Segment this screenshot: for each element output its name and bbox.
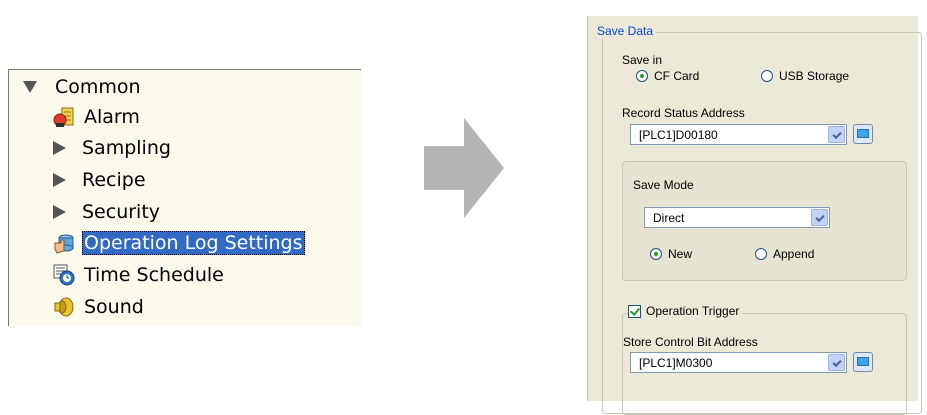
tree-node-label: Time Schedule bbox=[84, 264, 224, 286]
radio-unselected-icon bbox=[761, 70, 773, 82]
radio-selected-icon bbox=[650, 248, 662, 260]
radio-cf-card[interactable]: CF Card bbox=[636, 69, 699, 83]
operation-trigger-checkbox[interactable]: Operation Trigger bbox=[628, 304, 743, 318]
tree-node-label: Security bbox=[82, 201, 161, 223]
collapsed-arrow-icon[interactable] bbox=[53, 205, 66, 219]
combo-value: Direct bbox=[653, 211, 685, 225]
radio-unselected-icon bbox=[755, 248, 767, 260]
tree-node-recipe[interactable]: Recipe bbox=[53, 165, 148, 195]
settings-tree: Common Alarm Sampling Recipe Security Op bbox=[8, 69, 361, 326]
chevron-down-icon[interactable] bbox=[811, 209, 828, 226]
address-input-button[interactable] bbox=[853, 352, 873, 372]
combo-value: [PLC1]M0300 bbox=[639, 356, 713, 370]
radio-label: New bbox=[668, 247, 693, 261]
right-arrow-icon bbox=[424, 118, 504, 218]
radio-label: Append bbox=[773, 247, 815, 261]
operation-log-icon bbox=[54, 234, 74, 254]
time-schedule-icon bbox=[53, 264, 75, 286]
checkbox-label: Operation Trigger bbox=[646, 304, 740, 318]
radio-label: CF Card bbox=[654, 69, 700, 83]
radio-usb-storage[interactable]: USB Storage bbox=[761, 69, 849, 83]
save-mode-combo[interactable]: Direct bbox=[644, 207, 830, 228]
tree-node-alarm[interactable]: Alarm bbox=[53, 102, 142, 132]
group-title: Save Data bbox=[594, 24, 657, 38]
record-status-address-label: Record Status Address bbox=[622, 106, 745, 120]
tree-node-common[interactable]: Common bbox=[23, 72, 143, 102]
address-input-button[interactable] bbox=[853, 124, 873, 144]
alarm-icon bbox=[53, 107, 74, 127]
radio-label: USB Storage bbox=[779, 69, 850, 83]
tree-node-operation-log-settings[interactable]: Operation Log Settings bbox=[53, 228, 305, 258]
store-control-bit-address-label: Store Control Bit Address bbox=[623, 335, 758, 349]
tree-node-security[interactable]: Security bbox=[53, 197, 162, 227]
expanded-arrow-icon[interactable] bbox=[23, 81, 37, 93]
radio-selected-icon bbox=[636, 70, 648, 82]
collapsed-arrow-icon[interactable] bbox=[53, 141, 66, 155]
checkbox-checked-icon bbox=[628, 304, 641, 318]
save-data-panel: Save Data Save in CF Card USB Storage Re… bbox=[587, 16, 922, 415]
radio-new[interactable]: New bbox=[650, 247, 692, 261]
chevron-down-icon[interactable] bbox=[828, 126, 845, 143]
collapsed-arrow-icon[interactable] bbox=[53, 173, 66, 187]
tree-node-sound[interactable]: Sound bbox=[53, 292, 146, 322]
radio-append[interactable]: Append bbox=[755, 247, 814, 261]
tree-node-label: Sampling bbox=[82, 137, 171, 159]
store-control-bit-address-combo[interactable]: [PLC1]M0300 bbox=[630, 352, 847, 373]
tree-node-sampling[interactable]: Sampling bbox=[53, 133, 173, 163]
record-status-address-combo[interactable]: [PLC1]D00180 bbox=[630, 124, 847, 145]
save-in-label: Save in bbox=[622, 53, 663, 67]
tree-node-label: Alarm bbox=[84, 106, 140, 128]
save-mode-label: Save Mode bbox=[633, 178, 694, 192]
tree-node-time-schedule[interactable]: Time Schedule bbox=[53, 260, 226, 290]
tree-node-label: Operation Log Settings bbox=[82, 231, 305, 255]
sound-icon bbox=[54, 297, 74, 317]
tree-node-label: Common bbox=[55, 76, 141, 98]
tree-node-label: Sound bbox=[84, 296, 144, 318]
tree-node-label: Recipe bbox=[82, 169, 146, 191]
combo-value: [PLC1]D00180 bbox=[639, 128, 718, 142]
chevron-down-icon[interactable] bbox=[828, 354, 845, 371]
